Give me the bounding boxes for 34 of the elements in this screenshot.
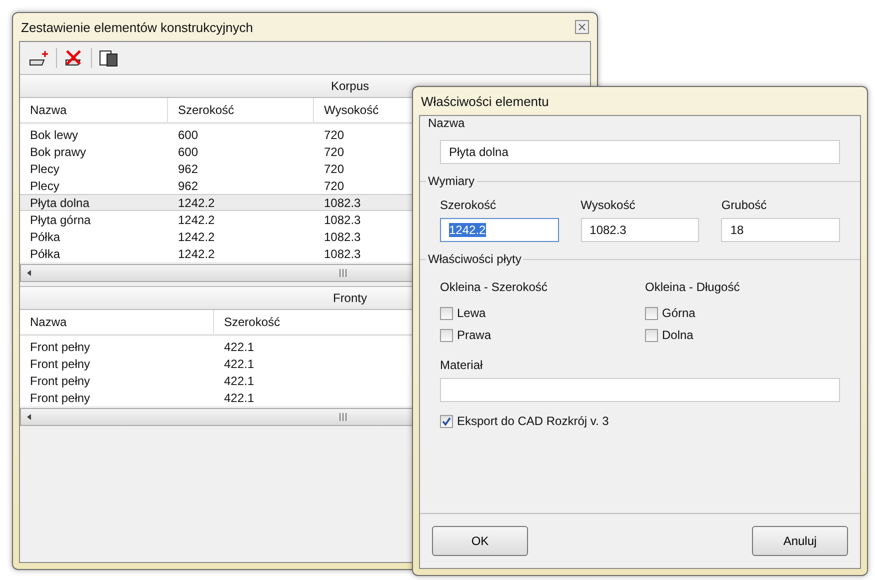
checkbox-label[interactable]: Eksport do CAD Rozkrój v. 3 bbox=[457, 414, 609, 428]
field-label: Materiał bbox=[440, 358, 484, 372]
column-header[interactable]: Nazwa bbox=[20, 98, 168, 122]
window-title: Zestawienie elementów konstrukcyjnych bbox=[21, 20, 253, 34]
table-group-header: Korpus bbox=[330, 78, 370, 95]
material-field[interactable] bbox=[440, 378, 840, 402]
add-board-icon[interactable] bbox=[28, 48, 50, 68]
dialog-button[interactable]: OK bbox=[432, 526, 528, 556]
checkbox-label[interactable]: Górna bbox=[662, 306, 696, 320]
check-icon bbox=[442, 416, 451, 426]
name-field[interactable]: Płyta dolna bbox=[440, 140, 840, 164]
dimension-field[interactable]: 18 bbox=[721, 218, 840, 242]
group-label: Właściwości płyty bbox=[427, 252, 522, 266]
checkbox[interactable] bbox=[440, 414, 453, 428]
checkbox[interactable] bbox=[440, 306, 453, 320]
field-label: Grubość bbox=[721, 198, 768, 212]
dimension-field[interactable]: 1082.3 bbox=[580, 218, 700, 242]
close-icon[interactable] bbox=[575, 20, 589, 34]
checkbox[interactable] bbox=[645, 306, 658, 320]
column-header[interactable]: Nazwa bbox=[20, 310, 214, 334]
field-label: Szerokość bbox=[440, 198, 498, 212]
document-icon[interactable] bbox=[98, 48, 120, 68]
dimension-field[interactable]: 1242.2 bbox=[440, 218, 559, 242]
checkbox-label[interactable]: Dolna bbox=[662, 328, 694, 342]
dialog-button[interactable]: Anuluj bbox=[752, 526, 848, 556]
checkbox-label[interactable]: Prawa bbox=[457, 328, 492, 342]
table-group-header: Fronty bbox=[332, 290, 367, 307]
column-header[interactable]: Szerokość bbox=[168, 98, 314, 122]
checkbox[interactable] bbox=[440, 328, 453, 342]
group-label: Wymiary bbox=[427, 174, 476, 188]
field-label: Okleina - Długość bbox=[645, 280, 741, 294]
checkbox-label[interactable]: Lewa bbox=[457, 306, 486, 320]
field-label: Okleina - Szerokość bbox=[440, 280, 548, 294]
checkbox[interactable] bbox=[645, 328, 658, 342]
